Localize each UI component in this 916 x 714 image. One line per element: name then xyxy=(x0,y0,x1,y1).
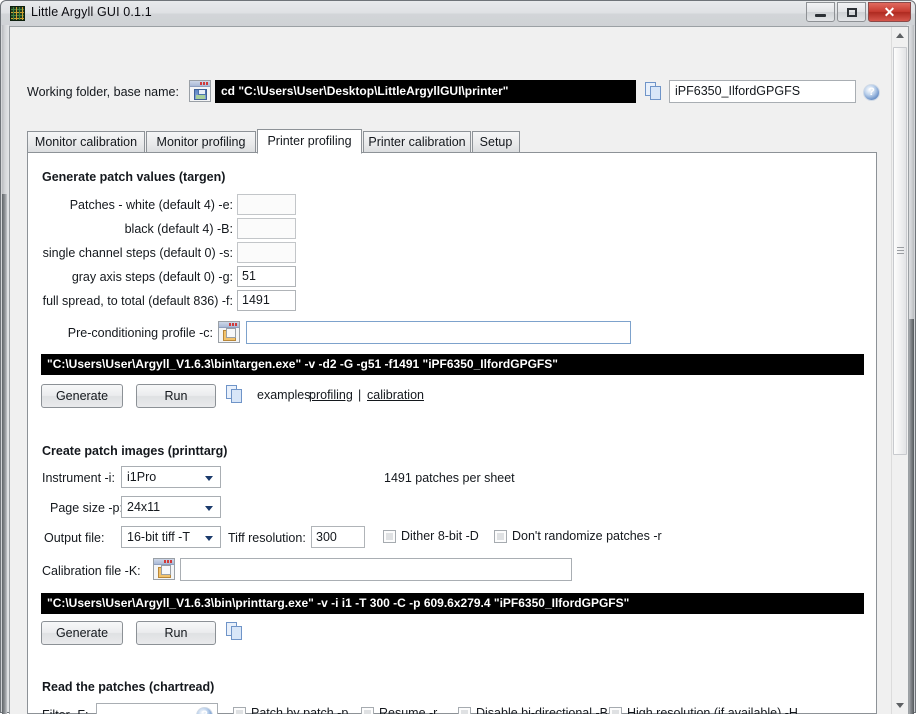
copy-icon xyxy=(644,81,664,102)
instrument-select-value: i1Pro xyxy=(127,470,157,484)
dont-randomize-checkbox[interactable] xyxy=(494,530,507,543)
scroll-content: Working folder, base name: cd "C:\Users\… xyxy=(10,27,888,714)
examples-label: examples: xyxy=(257,388,314,402)
tiff-resolution-label: Tiff resolution: xyxy=(228,531,306,545)
dont-randomize-label[interactable]: Don't randomize patches -r xyxy=(512,529,662,543)
targen-generate-button[interactable]: Generate xyxy=(41,384,123,408)
tab-monitor-calibration[interactable]: Monitor calibration xyxy=(27,131,145,153)
scroll-up-arrow-icon[interactable] xyxy=(892,27,908,44)
copy-icon-page-front xyxy=(231,626,242,640)
page-size-label: Page size -p: xyxy=(50,501,123,515)
tab-printer-profiling[interactable]: Printer profiling xyxy=(257,129,362,154)
icon-caption-dots xyxy=(164,560,173,563)
precond-profile-label: Pre-conditioning profile -c: xyxy=(67,326,213,340)
close-button[interactable]: ✕ xyxy=(868,2,911,22)
patches-per-sheet-label: 1491 patches per sheet xyxy=(384,471,515,485)
tab-setup[interactable]: Setup xyxy=(472,131,520,153)
precond-profile-input[interactable] xyxy=(246,321,631,344)
copy-icon-page-front xyxy=(231,389,242,403)
filter-label: Filter -F: xyxy=(42,708,89,714)
instrument-label: Instrument -i: xyxy=(42,471,115,485)
scroll-thumb-grip xyxy=(897,247,904,255)
copy-icon xyxy=(225,621,245,642)
printtarg-generate-button[interactable]: Generate xyxy=(41,621,123,645)
page-size-select[interactable]: 24x11 xyxy=(121,496,221,518)
open-folder-page xyxy=(161,565,171,575)
example-profiling-link[interactable]: profiling xyxy=(309,388,353,402)
dither-8bit-checkbox[interactable] xyxy=(383,530,396,543)
vertical-scrollbar[interactable] xyxy=(891,27,908,714)
open-folder-icon xyxy=(223,328,236,341)
printtarg-command-line[interactable]: "C:\Users\User\Argyll_V1.6.3\bin\printta… xyxy=(41,593,864,614)
save-disk-icon xyxy=(194,89,207,100)
icon-caption-dots xyxy=(200,82,209,85)
maximize-button[interactable] xyxy=(837,2,866,22)
calibration-file-input[interactable] xyxy=(180,558,572,581)
copy-targen-command-button[interactable] xyxy=(225,384,245,405)
working-folder-label: Working folder, base name: xyxy=(27,85,179,99)
tab-monitor-profiling[interactable]: Monitor profiling xyxy=(146,131,256,153)
window-title: Little Argyll GUI 0.1.1 xyxy=(31,5,152,19)
help-circle-icon[interactable] xyxy=(863,84,880,101)
client-area: Working folder, base name: cd "C:\Users\… xyxy=(9,26,909,714)
precond-profile-browse-button[interactable] xyxy=(218,321,240,343)
targen-gray-axis-input[interactable]: 51 xyxy=(237,266,296,287)
printtarg-section-title: Create patch images (printtarg) xyxy=(42,444,228,458)
output-file-select[interactable]: 16-bit tiff -T xyxy=(121,526,221,548)
page-size-select-value: 24x11 xyxy=(127,500,161,514)
dither-8bit-label[interactable]: Dither 8-bit -D xyxy=(401,529,479,543)
minimize-button[interactable] xyxy=(806,2,835,22)
targen-black-label: black (default 4) -B: xyxy=(124,222,233,236)
calibration-file-browse-button[interactable] xyxy=(153,558,175,580)
targen-single-channel-label: single channel steps (default 0) -s: xyxy=(42,246,233,260)
targen-full-spread-input[interactable]: 1491 xyxy=(237,290,296,311)
copy-working-command-button[interactable] xyxy=(644,81,664,102)
targen-command-line[interactable]: "C:\Users\User\Argyll_V1.6.3\bin\targen.… xyxy=(41,354,864,375)
instrument-select[interactable]: i1Pro xyxy=(121,466,221,488)
targen-white-label: Patches - white (default 4) -e: xyxy=(69,198,233,212)
targen-single-channel-input[interactable] xyxy=(237,242,296,263)
chevron-down-icon xyxy=(205,536,213,541)
targen-full-spread-label: full spread, to total (default 836) -f: xyxy=(42,294,233,308)
scroll-thumb[interactable] xyxy=(893,47,907,455)
application-window: Little Argyll GUI 0.1.1 ✕ Working folder… xyxy=(0,0,916,714)
output-file-select-value: 16-bit tiff -T xyxy=(127,530,190,544)
targen-white-input[interactable] xyxy=(237,194,296,215)
save-folder-button[interactable] xyxy=(189,80,211,102)
targen-black-input[interactable] xyxy=(237,218,296,239)
chartread-section-title: Read the patches (chartread) xyxy=(42,680,215,694)
window-frame-left-shadow xyxy=(2,194,7,714)
title-bar[interactable]: Little Argyll GUI 0.1.1 ✕ xyxy=(1,1,915,26)
chevron-down-icon xyxy=(205,506,213,511)
open-folder-icon xyxy=(158,565,171,578)
copy-icon xyxy=(225,384,245,405)
argyll-checker-icon xyxy=(10,6,25,21)
examples-separator: | xyxy=(358,388,362,402)
open-folder-page xyxy=(226,328,236,338)
copy-icon-page-front xyxy=(650,86,661,100)
tab-printer-calibration[interactable]: Printer calibration xyxy=(363,131,471,153)
tiff-resolution-input[interactable]: 300 xyxy=(311,526,365,548)
targen-gray-axis-label: gray axis steps (default 0) -g: xyxy=(71,270,233,284)
targen-section-title: Generate patch values (targen) xyxy=(42,170,226,184)
working-folder-command[interactable]: cd "C:\Users\User\Desktop\LittleArgyllGU… xyxy=(215,80,636,103)
copy-printtarg-command-button[interactable] xyxy=(225,621,245,642)
chevron-down-icon xyxy=(205,476,213,481)
output-file-label: Output file: xyxy=(44,531,105,545)
printer-profiling-panel: Generate patch values (targen) Patches -… xyxy=(27,152,877,714)
base-name-input[interactable]: iPF6350_IlfordGPGFS xyxy=(669,80,856,103)
scroll-down-arrow-icon[interactable] xyxy=(892,697,908,714)
printtarg-run-button[interactable]: Run xyxy=(136,621,216,645)
calibration-file-label: Calibration file -K: xyxy=(42,564,141,578)
targen-run-button[interactable]: Run xyxy=(136,384,216,408)
scroll-down-triangle xyxy=(896,703,904,708)
scroll-up-triangle xyxy=(896,33,904,38)
example-calibration-link[interactable]: calibration xyxy=(367,388,424,402)
icon-caption-dots xyxy=(229,323,238,326)
